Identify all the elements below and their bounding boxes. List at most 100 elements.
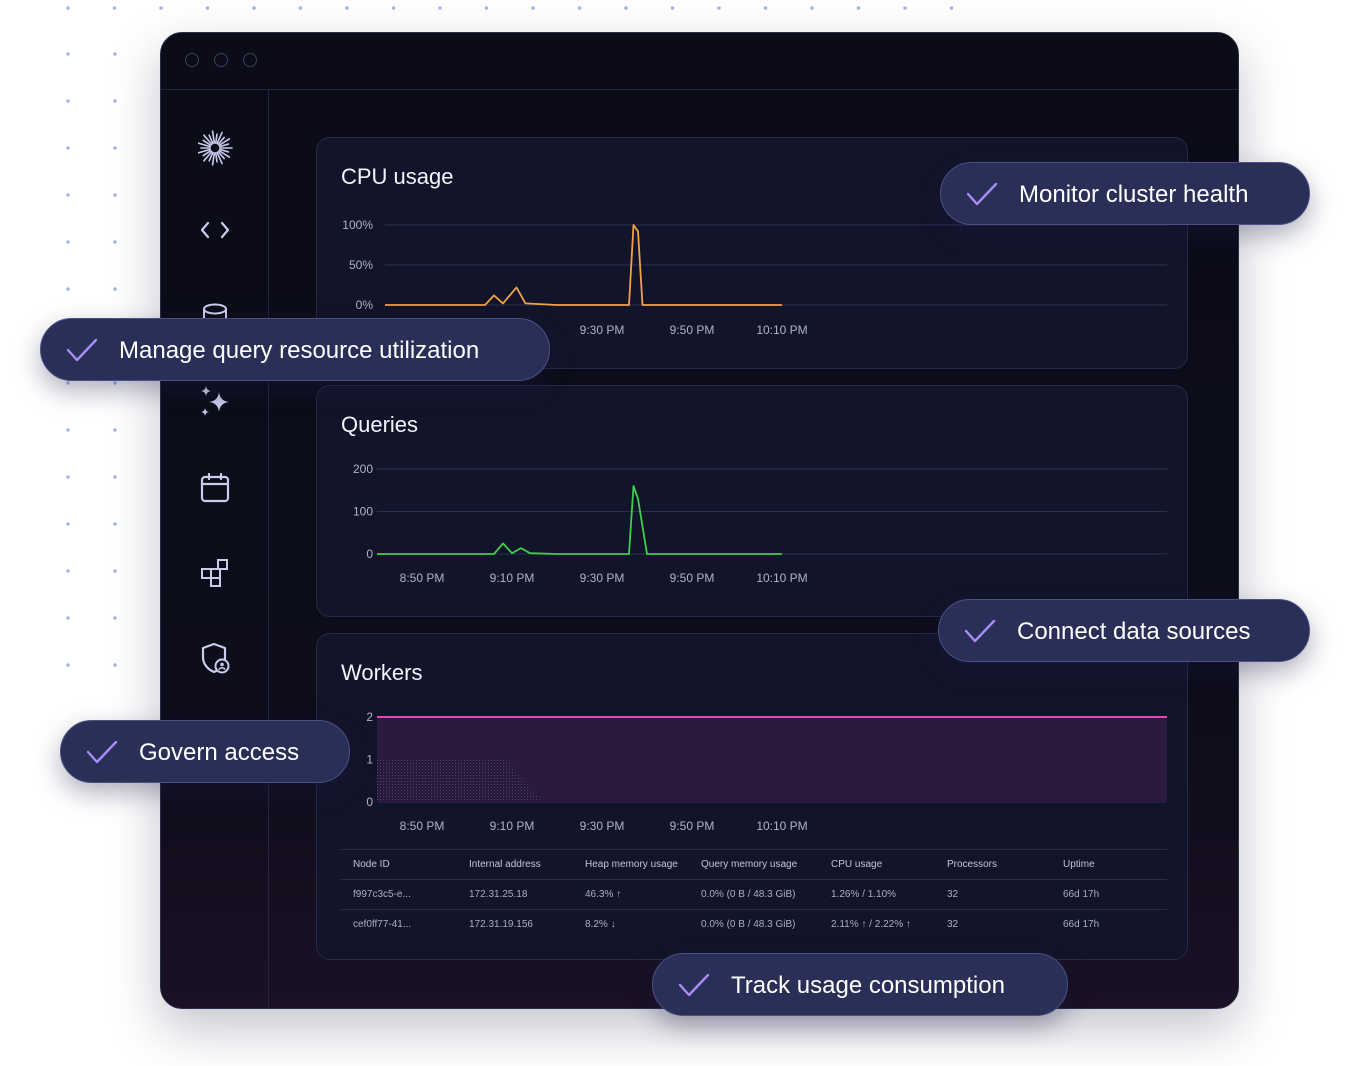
dot — [717, 6, 721, 10]
col-processors[interactable]: Processors — [935, 849, 1051, 880]
cell-query-memory: 0.0% (0 B / 48.3 GiB) — [689, 879, 819, 910]
window-close-button[interactable] — [185, 53, 199, 67]
dot — [624, 6, 628, 10]
y-tick-label: 0% — [356, 298, 374, 312]
x-tick-label: 9:50 PM — [670, 571, 715, 585]
queries-chart: 0 100 200 8:50 PM 9:10 PM 9:30 PM 9:50 PM 10:10… — [353, 462, 1167, 585]
callout-monitor-cluster-health: Monitor cluster health — [940, 162, 1310, 225]
dot — [298, 6, 303, 10]
dot — [113, 663, 117, 667]
dot — [205, 6, 210, 10]
cell-query-memory: 0.0% (0 B / 48.3 GiB) — [689, 909, 819, 939]
y-tick-label: 100 — [353, 505, 373, 519]
dot — [113, 146, 117, 150]
table-row[interactable]: cef0ff77-41... 172.31.19.156 8.2% ↓ 0.0%… — [341, 909, 1167, 939]
check-icon — [966, 182, 998, 206]
callout-label: Track usage consumption — [731, 972, 1005, 999]
dot — [113, 616, 117, 620]
calendar-icon[interactable] — [196, 469, 234, 507]
dot — [577, 6, 582, 10]
cell-heap-memory: 8.2% ↓ — [573, 909, 689, 939]
callout-govern-access: Govern access — [60, 720, 350, 783]
x-tick-label: 9:30 PM — [580, 819, 625, 833]
dot — [66, 663, 70, 667]
dot — [763, 6, 768, 10]
col-uptime[interactable]: Uptime — [1051, 849, 1167, 880]
dot — [66, 522, 70, 526]
callout-label: Manage query resource utilization — [119, 337, 480, 364]
queries-card: Queries 0 100 200 8:50 PM 9:10 PM 9:30 PM 9:50… — [316, 385, 1188, 617]
x-tick-label: 10:10 PM — [756, 819, 807, 833]
dot — [810, 6, 814, 10]
dot — [66, 287, 70, 291]
dot — [252, 6, 256, 10]
col-query-memory[interactable]: Query memory usage — [689, 849, 819, 880]
x-tick-label: 9:30 PM — [580, 323, 625, 337]
workers-table: Node ID Internal address Heap memory usa… — [341, 849, 1167, 939]
dot — [66, 381, 70, 385]
col-cpu-usage[interactable]: CPU usage — [819, 849, 935, 880]
dot — [903, 6, 907, 10]
dot — [66, 99, 70, 103]
burst-ray — [214, 133, 218, 144]
dot — [113, 240, 117, 244]
dot — [66, 146, 70, 150]
dot — [66, 6, 70, 10]
code-icon[interactable] — [196, 211, 234, 249]
shield-user-icon[interactable] — [196, 639, 234, 677]
x-tick-label: 9:50 PM — [670, 819, 715, 833]
burst-ray — [211, 152, 216, 166]
burst-ray — [214, 152, 218, 163]
dot — [113, 193, 117, 197]
dot — [66, 569, 70, 573]
col-heap-memory[interactable]: Heap memory usage — [573, 849, 689, 880]
dot — [531, 6, 535, 10]
table-row[interactable]: f997c3c5-e... 172.31.25.18 46.3% ↑ 0.0% … — [341, 879, 1167, 910]
burst-ray — [211, 130, 216, 144]
dot — [113, 428, 117, 432]
x-tick-label: 9:10 PM — [490, 819, 535, 833]
callout-connect-data-sources: Connect data sources — [938, 599, 1310, 662]
dot — [670, 6, 675, 10]
y-tick-label: 100% — [342, 218, 373, 232]
callout-track-usage: Track usage consumption — [652, 953, 1068, 1016]
dot — [66, 240, 70, 244]
dot — [345, 6, 349, 10]
puzzle-icon[interactable] — [196, 554, 234, 592]
col-internal-address[interactable]: Internal address — [457, 849, 573, 880]
workers-chart: 0 1 2 8:50 PM 9:10 PM 9:30 PM 9:50 PM 10:10 PM — [366, 710, 1167, 833]
callout-manage-query-resources: Manage query resource utilization — [40, 318, 550, 381]
dot — [113, 381, 117, 385]
x-tick-label: 8:50 PM — [400, 819, 445, 833]
cell-node-id: f997c3c5-e... — [341, 879, 457, 910]
cell-node-id: cef0ff77-41... — [341, 909, 457, 939]
workers-card: Workers 0 1 2 8:50 PM 9:10 PM 9:30 PM 9:50 PM 1… — [316, 633, 1188, 960]
dot — [66, 428, 70, 432]
col-node-id[interactable]: Node ID — [341, 849, 457, 880]
dot — [66, 193, 70, 197]
title-bar — [161, 33, 1238, 90]
cell-uptime: 66d 17h — [1051, 879, 1167, 910]
dot — [438, 6, 442, 10]
cell-cpu-usage: 2.11% ↑ / 2.22% ↑ — [819, 909, 935, 939]
x-tick-label: 9:30 PM — [580, 571, 625, 585]
dot — [66, 52, 70, 56]
logo-burst-icon[interactable] — [196, 129, 234, 167]
x-tick-label: 10:10 PM — [756, 323, 807, 337]
dot — [112, 6, 117, 10]
cell-cpu-usage: 1.26% / 1.10% — [819, 879, 935, 910]
y-tick-label: 0 — [366, 795, 373, 809]
callout-label: Monitor cluster health — [1019, 181, 1249, 208]
y-tick-label: 2 — [366, 710, 373, 724]
cell-heap-memory: 46.3% ↑ — [573, 879, 689, 910]
window-maximize-button[interactable] — [243, 53, 257, 67]
dot — [113, 287, 117, 291]
queries-series-line — [377, 485, 782, 555]
x-tick-label: 8:50 PM — [400, 571, 445, 585]
window-minimize-button[interactable] — [214, 53, 228, 67]
x-tick-label: 10:10 PM — [756, 571, 807, 585]
sparkles-icon[interactable] — [196, 383, 234, 421]
cell-uptime: 66d 17h — [1051, 909, 1167, 939]
dot — [66, 475, 70, 479]
dot — [484, 6, 489, 10]
